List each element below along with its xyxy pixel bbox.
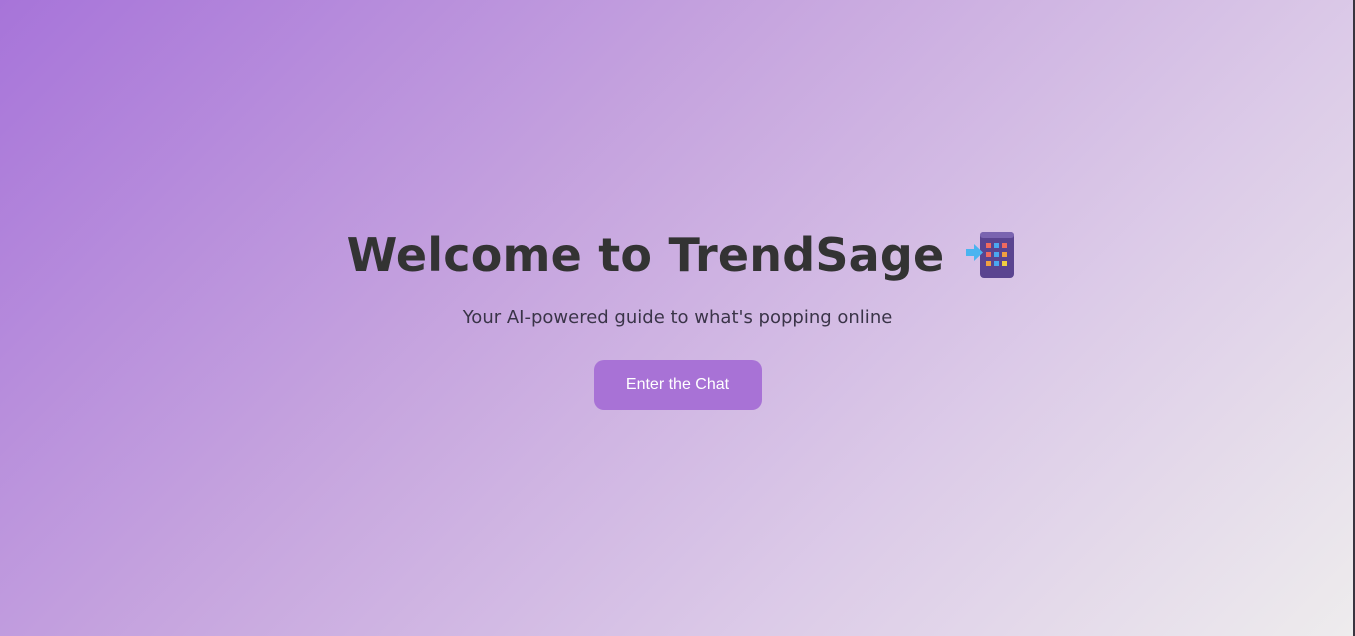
hero-section: Welcome to TrendSage Your AI-powered gui… [0, 0, 1355, 636]
page-title: Welcome to TrendSage [346, 227, 945, 282]
page-subtitle: Your AI-powered guide to what's popping … [462, 306, 893, 328]
enter-chat-button[interactable]: Enter the Chat [593, 359, 762, 410]
calculator-arrow-icon [966, 230, 1016, 280]
title-row: Welcome to TrendSage [347, 227, 1017, 283]
